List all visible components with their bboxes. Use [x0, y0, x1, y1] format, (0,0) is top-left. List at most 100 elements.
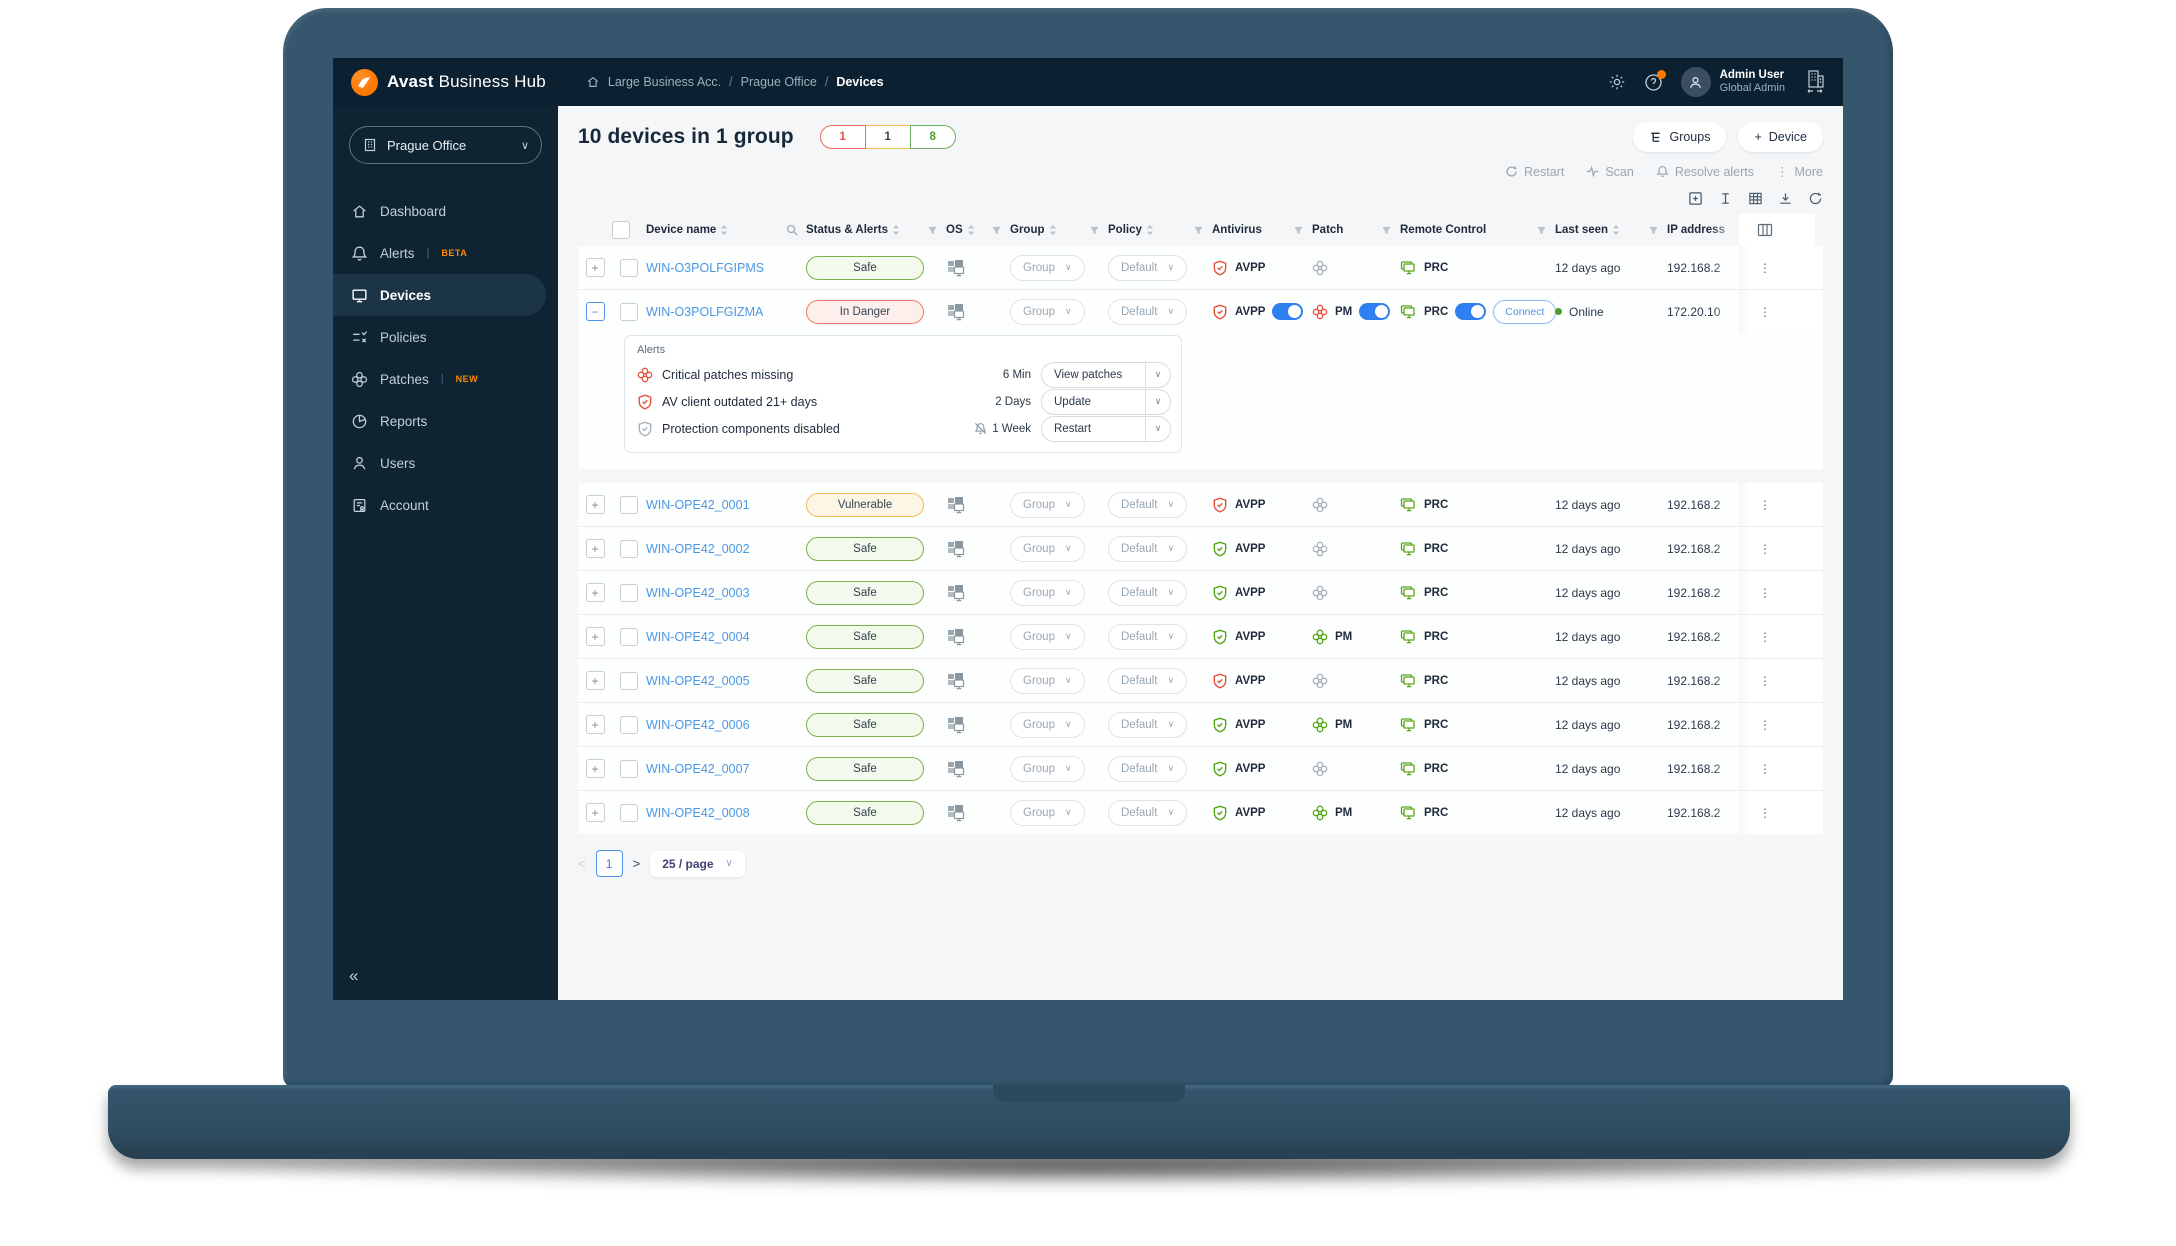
sidebar-item-dashboard[interactable]: Dashboard: [333, 190, 546, 232]
org-selector[interactable]: Prague Office ∨: [349, 126, 542, 164]
page-size-select[interactable]: 25 / page ∨: [650, 850, 745, 877]
current-page-button[interactable]: 1: [595, 850, 623, 877]
sidebar-collapse-button[interactable]: «: [349, 966, 358, 986]
sidebar-item-reports[interactable]: Reports: [333, 400, 546, 442]
select-all-checkbox[interactable]: [612, 221, 630, 239]
sidebar-item-policies[interactable]: Policies: [333, 316, 546, 358]
column-header-status[interactable]: Status & Alerts: [806, 214, 946, 246]
device-name-link[interactable]: WIN-OPE42_0005: [646, 674, 750, 688]
device-name-link[interactable]: WIN-O3POLFGIZMA: [646, 305, 763, 319]
policy-dropdown[interactable]: Default ∨: [1108, 623, 1188, 650]
device-name-link[interactable]: WIN-OPE42_0003: [646, 586, 750, 600]
policy-dropdown[interactable]: Default ∨: [1108, 799, 1188, 826]
column-header-os[interactable]: OS: [946, 214, 1010, 246]
kebab-icon[interactable]: ⋮: [1759, 498, 1771, 512]
prev-page-button[interactable]: <: [578, 856, 586, 871]
row-checkbox[interactable]: [620, 583, 638, 602]
row-checkbox[interactable]: [620, 495, 638, 514]
kebab-icon[interactable]: ⋮: [1759, 586, 1771, 600]
expand-row-button[interactable]: +: [585, 627, 605, 646]
row-checkbox[interactable]: [620, 627, 638, 646]
group-dropdown[interactable]: Group ∨: [1010, 298, 1085, 325]
danger-count-badge[interactable]: 1: [819, 125, 866, 149]
antivirus-toggle[interactable]: [1272, 303, 1304, 320]
kebab-icon[interactable]: ⋮: [1759, 542, 1771, 556]
search-icon[interactable]: [786, 224, 798, 236]
expand-row-button[interactable]: +: [585, 539, 605, 558]
column-header-policy[interactable]: Policy: [1108, 214, 1212, 246]
device-name-link[interactable]: WIN-OPE42_0006: [646, 718, 750, 732]
groups-button[interactable]: Groups: [1633, 122, 1727, 152]
table-view-icon[interactable]: [1748, 191, 1763, 206]
sort-icon[interactable]: [1612, 224, 1620, 236]
filter-icon[interactable]: [1648, 225, 1659, 236]
more-button[interactable]: ⋮ More: [1776, 164, 1823, 180]
policy-dropdown[interactable]: Default ∨: [1108, 491, 1188, 518]
alert-action-button[interactable]: View patches ∨: [1041, 361, 1171, 388]
filter-icon[interactable]: [1381, 225, 1392, 236]
filter-icon[interactable]: [991, 225, 1002, 236]
alert-action-button[interactable]: Update ∨: [1041, 388, 1171, 415]
sort-icon[interactable]: [720, 224, 728, 236]
filter-icon[interactable]: [927, 225, 938, 236]
expand-row-button[interactable]: +: [585, 671, 605, 690]
kebab-icon[interactable]: ⋮: [1759, 630, 1771, 644]
device-name-link[interactable]: WIN-OPE42_0008: [646, 806, 750, 820]
group-dropdown[interactable]: Group ∨: [1010, 755, 1085, 782]
kebab-icon[interactable]: ⋮: [1759, 718, 1771, 732]
column-settings-icon[interactable]: [1757, 223, 1773, 237]
column-header-last_seen[interactable]: Last seen: [1555, 214, 1667, 246]
row-checkbox[interactable]: [620, 302, 638, 321]
kebab-icon[interactable]: ⋮: [1759, 261, 1771, 275]
safe-count-badge[interactable]: 8: [909, 125, 956, 149]
company-switch-icon[interactable]: [1803, 69, 1827, 95]
collapse-row-button[interactable]: −: [585, 302, 605, 321]
sort-icon[interactable]: [892, 224, 900, 236]
breadcrumb-item[interactable]: Large Business Acc.: [608, 75, 721, 89]
policy-dropdown[interactable]: Default ∨: [1108, 579, 1188, 606]
restart-button[interactable]: Restart: [1505, 165, 1564, 179]
group-dropdown[interactable]: Group ∨: [1010, 535, 1085, 562]
policy-dropdown[interactable]: Default ∨: [1108, 298, 1188, 325]
expand-all-icon[interactable]: [1688, 191, 1703, 206]
row-checkbox[interactable]: [620, 671, 638, 690]
policy-dropdown[interactable]: Default ∨: [1108, 254, 1188, 281]
row-checkbox[interactable]: [620, 715, 638, 734]
sidebar-item-patches[interactable]: Patches | NEW: [333, 358, 546, 400]
expand-row-button[interactable]: +: [585, 715, 605, 734]
add-device-button[interactable]: + Device: [1738, 122, 1823, 152]
device-name-link[interactable]: WIN-OPE42_0002: [646, 542, 750, 556]
kebab-icon[interactable]: ⋮: [1759, 674, 1771, 688]
expand-row-button[interactable]: +: [585, 759, 605, 778]
policy-dropdown[interactable]: Default ∨: [1108, 755, 1188, 782]
filter-icon[interactable]: [1089, 225, 1100, 236]
row-checkbox[interactable]: [620, 803, 638, 822]
group-dropdown[interactable]: Group ∨: [1010, 623, 1085, 650]
filter-icon[interactable]: [1193, 225, 1204, 236]
column-width-icon[interactable]: [1718, 191, 1733, 206]
filter-icon[interactable]: [1536, 225, 1547, 236]
sort-icon[interactable]: [1049, 224, 1057, 236]
group-dropdown[interactable]: Group ∨: [1010, 491, 1085, 518]
sort-icon[interactable]: [1146, 224, 1154, 236]
download-icon[interactable]: [1778, 191, 1793, 206]
sidebar-item-users[interactable]: Users: [333, 442, 546, 484]
connect-button[interactable]: Connect: [1493, 299, 1557, 324]
user-menu[interactable]: Admin User Global Admin: [1680, 67, 1785, 97]
kebab-icon[interactable]: ⋮: [1759, 806, 1771, 820]
device-name-link[interactable]: WIN-O3POLFGIPMS: [646, 261, 764, 275]
policy-dropdown[interactable]: Default ∨: [1108, 711, 1188, 738]
sort-icon[interactable]: [967, 224, 975, 236]
policy-dropdown[interactable]: Default ∨: [1108, 667, 1188, 694]
sidebar-item-devices[interactable]: Devices: [333, 274, 546, 316]
next-page-button[interactable]: >: [633, 856, 641, 871]
device-name-link[interactable]: WIN-OPE42_0007: [646, 762, 750, 776]
expand-row-button[interactable]: +: [585, 583, 605, 602]
kebab-icon[interactable]: ⋮: [1759, 305, 1771, 319]
row-checkbox[interactable]: [620, 759, 638, 778]
alert-action-button[interactable]: Restart ∨: [1041, 415, 1171, 442]
group-dropdown[interactable]: Group ∨: [1010, 579, 1085, 606]
kebab-icon[interactable]: ⋮: [1759, 762, 1771, 776]
column-header-device_name[interactable]: Device name: [646, 214, 806, 246]
remote-control-toggle[interactable]: [1455, 303, 1487, 320]
